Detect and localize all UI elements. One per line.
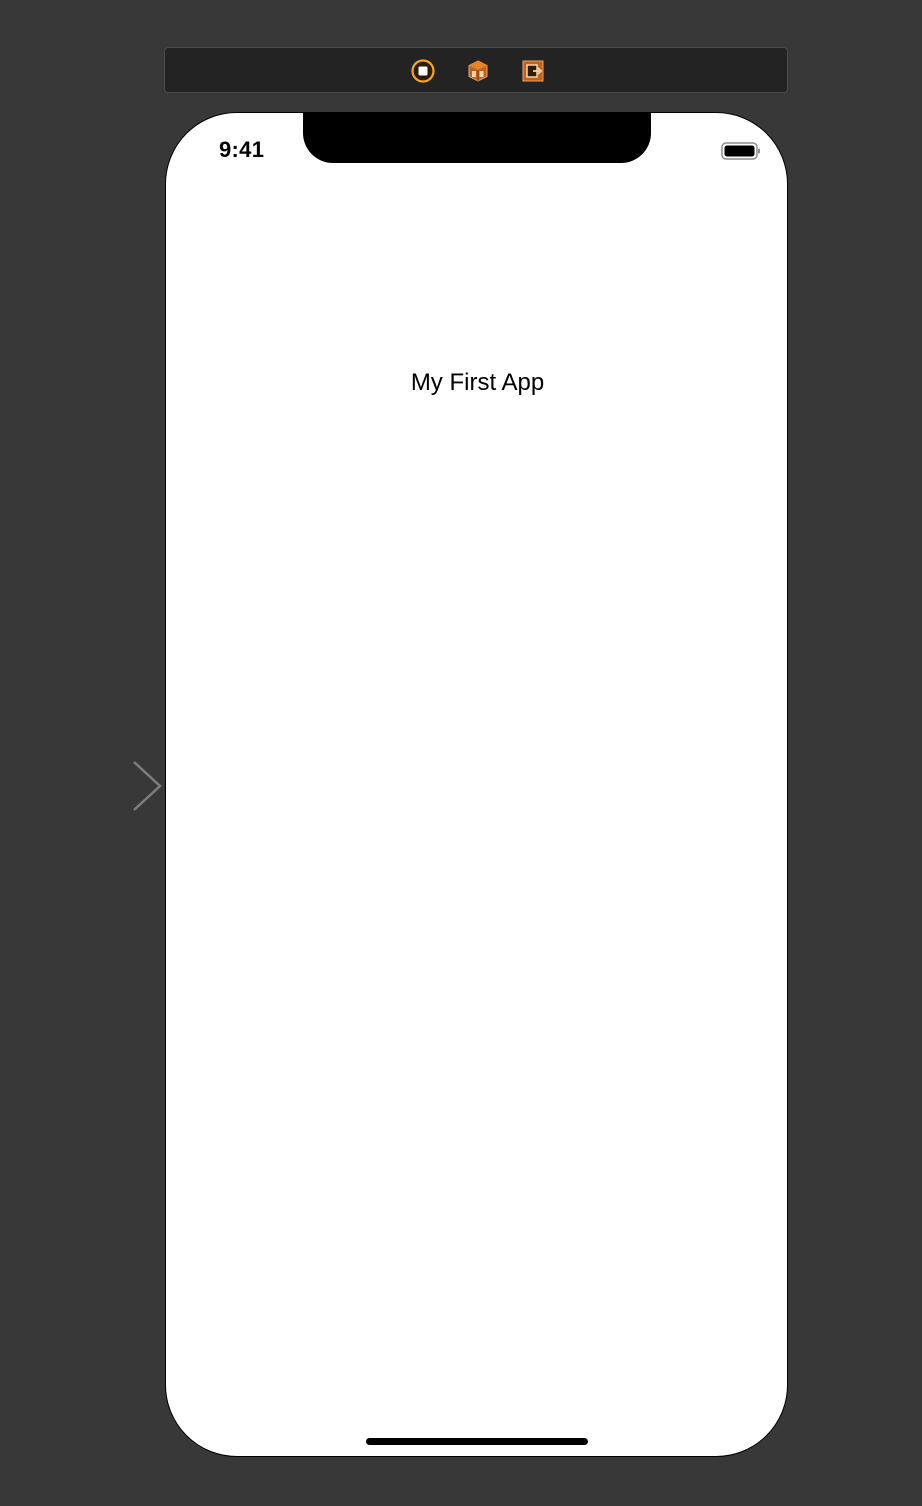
device-notch [303,113,651,163]
battery-icon [721,141,761,161]
first-responder-icon[interactable] [466,59,490,83]
exit-icon[interactable] [521,59,545,83]
iphone-screen[interactable]: 9:41 My First App [165,112,788,1457]
status-bar-time: 9:41 [219,137,265,162]
app-title-label[interactable]: My First App [166,369,787,397]
view-controller-icon[interactable] [411,59,435,83]
arrow-right-icon [14,761,162,811]
storyboard-canvas: 9:41 My First App [0,0,922,1506]
initial-view-controller-arrow[interactable] [14,760,164,812]
scene-dock [164,47,788,93]
home-indicator [366,1438,588,1445]
